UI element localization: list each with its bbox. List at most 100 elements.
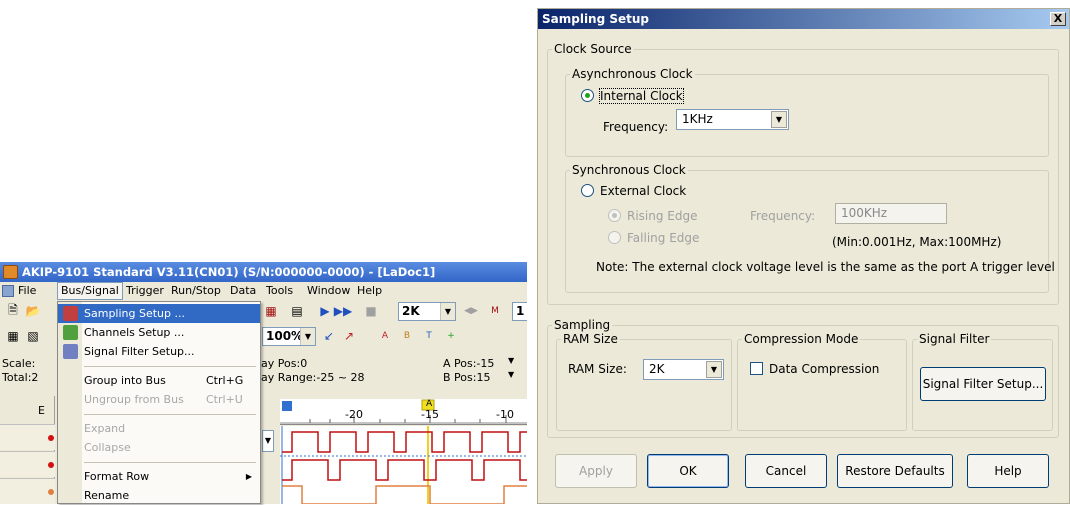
stop-icon[interactable]: ■ — [362, 302, 380, 320]
delay-pos: lay Pos:0 — [258, 357, 308, 370]
signal-row[interactable] — [0, 424, 55, 450]
ext-frequency-input: 100KHz — [835, 203, 947, 224]
rising-edge-label: Rising Edge — [627, 209, 698, 223]
table-icon[interactable]: ▧ — [24, 327, 42, 345]
menu-item-rename[interactable]: Rename — [58, 486, 260, 505]
frequency-value: 1KHz — [682, 112, 713, 126]
waveform-area[interactable] — [280, 426, 527, 504]
zoom-combo[interactable]: 100% ▼ — [262, 327, 316, 346]
a-pos: A Pos:-15 — [443, 357, 495, 370]
menu-separator — [84, 366, 256, 367]
run-icon[interactable]: ▶ — [316, 302, 334, 320]
depth-combo[interactable]: 2K ▼ — [398, 302, 456, 321]
chevron-down-icon[interactable]: ▼ — [300, 328, 315, 345]
menu-run-stop[interactable]: Run/Stop — [171, 284, 221, 298]
zoom-out-icon[interactable]: ↗ — [340, 327, 358, 345]
ok-button[interactable]: OK — [647, 454, 729, 488]
apply-button: Apply — [555, 454, 637, 488]
signal-list: E — [0, 396, 55, 504]
capture-icon[interactable]: ▤ — [288, 302, 306, 320]
compression-mode-group: Compression Mode — [737, 332, 907, 431]
frequency-select[interactable]: 1KHz ▼ — [676, 109, 789, 130]
bus-signal-menu: Sampling Setup ... Channels Setup ... Si… — [57, 301, 261, 504]
menu-item-signal-filter-setup[interactable]: Signal Filter Setup... — [58, 342, 260, 361]
open-folder-icon[interactable]: 📂 — [24, 302, 42, 320]
bar-a-icon[interactable]: A — [376, 327, 394, 345]
chevron-down-icon[interactable]: ▼ — [508, 356, 514, 365]
signal-indicator — [48, 435, 54, 441]
menu-trigger[interactable]: Trigger — [126, 284, 164, 298]
menu-file[interactable]: File — [18, 284, 36, 298]
menu-bus-signal[interactable]: Bus/Signal — [57, 282, 123, 300]
menu-help[interactable]: Help — [357, 284, 382, 298]
menu-item-label: Group into Bus — [84, 374, 166, 387]
sampling-setup-dialog: Sampling Setup X Clock Source Asynchrono… — [537, 8, 1070, 504]
bar-t-icon[interactable]: T — [420, 327, 438, 345]
menu-tools[interactable]: Tools — [266, 284, 293, 298]
restore-defaults-button[interactable]: Restore Defaults — [837, 454, 953, 488]
zoom-value: 100% — [266, 329, 304, 343]
dialog-title-bar[interactable]: Sampling Setup X — [538, 9, 1069, 29]
signal-filter-setup-button[interactable]: Signal Filter Setup... — [920, 367, 1046, 401]
menu-window[interactable]: Window — [307, 284, 350, 298]
menu-item-format-row[interactable]: Format Row ▶ — [58, 467, 260, 486]
signal-indicator — [48, 489, 54, 495]
channels-icon — [63, 325, 78, 340]
internal-clock-radio[interactable]: Internal Clock — [581, 88, 684, 104]
rising-edge-radio: Rising Edge — [608, 209, 698, 223]
signal-row[interactable] — [0, 451, 55, 477]
menu-item-shortcut: Ctrl+U — [206, 393, 243, 406]
menu-item-label: Format Row — [84, 470, 150, 483]
cancel-button[interactable]: Cancel — [745, 454, 827, 488]
chevron-down-icon[interactable]: ▼ — [440, 303, 455, 320]
prev-marker-icon[interactable]: ◀▶ — [462, 302, 480, 320]
marker-m-icon[interactable]: M — [486, 302, 504, 320]
menu-item-label: Signal Filter Setup... — [84, 345, 195, 358]
menu-item-sampling-setup[interactable]: Sampling Setup ... — [58, 304, 260, 323]
document-icon[interactable] — [2, 285, 14, 297]
ram-size-select[interactable]: 2K ▼ — [643, 359, 724, 380]
app-title: AKIP-9101 Standard V3.11(CN01) (S/N:0000… — [22, 265, 436, 279]
bar-add-icon[interactable]: + — [442, 327, 460, 345]
run-continuous-icon[interactable]: ▶▶ — [334, 302, 352, 320]
record-icon[interactable]: ▦ — [262, 302, 280, 320]
waveform-traces — [280, 426, 527, 504]
zoom-in-icon[interactable]: ↙ — [320, 327, 338, 345]
bar-b-icon[interactable]: B — [398, 327, 416, 345]
external-clock-radio[interactable]: External Clock — [581, 184, 686, 198]
checkbox[interactable] — [750, 362, 763, 375]
close-icon[interactable]: X — [1050, 12, 1066, 26]
signal-row[interactable] — [0, 478, 55, 504]
help-button[interactable]: Help — [967, 454, 1049, 488]
compression-mode-legend: Compression Mode — [744, 332, 859, 346]
menu-item-group-into-bus[interactable]: Group into Bus Ctrl+G — [58, 371, 260, 390]
radio-button[interactable] — [581, 184, 594, 197]
chevron-down-icon[interactable]: ▼ — [508, 370, 514, 379]
radio-button[interactable] — [581, 89, 594, 102]
menu-item-ungroup-from-bus: Ungroup from Bus Ctrl+U — [58, 390, 260, 409]
chevron-down-icon[interactable]: ▼ — [706, 361, 722, 378]
depth-combo-2[interactable]: 1 — [512, 302, 527, 321]
grid-icon[interactable]: ▦ — [4, 327, 22, 345]
chevron-down-icon[interactable]: ▼ — [771, 111, 787, 128]
menu-item-label: Channels Setup ... — [84, 326, 185, 339]
external-clock-note: Note: The external clock voltage level i… — [596, 260, 1055, 274]
menu-data[interactable]: Data — [230, 284, 256, 298]
data-compression-label: Data Compression — [769, 362, 880, 376]
app-title-bar[interactable]: AKIP-9101 Standard V3.11(CN01) (S/N:0000… — [0, 262, 527, 282]
radio-button — [608, 231, 621, 244]
frequency-range-note: (Min:0.001Hz, Max:100MHz) — [832, 235, 1002, 249]
row-combo[interactable]: ▼ — [262, 430, 274, 452]
ram-size-group: RAM Size — [556, 332, 732, 431]
ext-frequency-label: Frequency: — [750, 209, 816, 223]
menu-item-expand: Expand — [58, 419, 260, 438]
b-pos: B Pos:15 — [443, 371, 491, 384]
signal-indicator — [48, 462, 54, 468]
menu-item-channels-setup[interactable]: Channels Setup ... — [58, 323, 260, 342]
ruler-tick-label: -15 — [421, 408, 439, 421]
menu-item-label: Sampling Setup ... — [84, 307, 185, 320]
new-file-icon[interactable]: 🗎 — [4, 302, 22, 320]
ram-size-value: 2K — [649, 362, 665, 376]
data-compression-checkbox[interactable]: Data Compression — [750, 362, 879, 376]
ruler-tick-label: -20 — [345, 408, 363, 421]
